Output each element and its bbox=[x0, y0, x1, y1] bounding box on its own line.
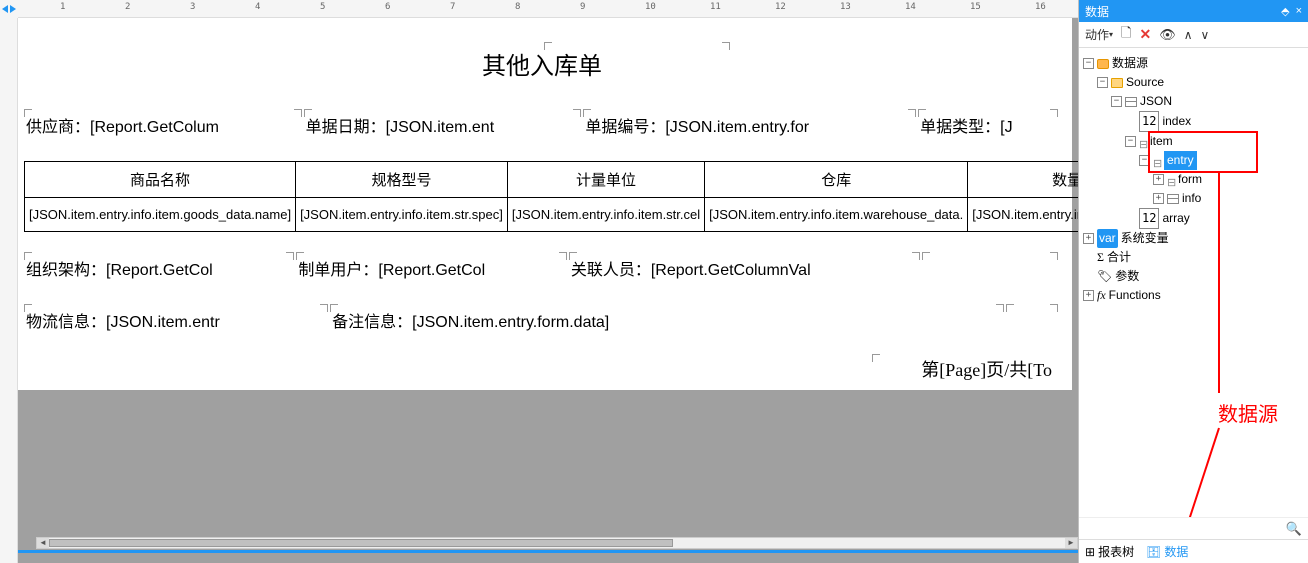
tree-sysvar[interactable]: +var系统变量 bbox=[1083, 229, 1304, 248]
table-header-row: 商品名称 规格型号 计量单位 仓库 数量 bbox=[25, 162, 1079, 198]
field-type[interactable]: 单据类型：[J bbox=[918, 109, 1060, 141]
annotation-label: 数据源 bbox=[1218, 406, 1278, 425]
tree-source[interactable]: −Source bbox=[1083, 73, 1304, 92]
scroll-left-arrow[interactable]: ◄ bbox=[37, 538, 49, 548]
footer-fields-row-2: 物流信息：[JSON.item.entr 备注信息：[JSON.item.ent… bbox=[24, 304, 1060, 336]
field-spacer2 bbox=[1006, 304, 1060, 336]
view-icon[interactable]: 👁 bbox=[1159, 27, 1176, 43]
tree-form[interactable]: +⊟form bbox=[1083, 170, 1304, 189]
td-unit[interactable]: [JSON.item.entry.info.item.str.cel bbox=[507, 198, 704, 232]
bottom-divider bbox=[18, 550, 1078, 553]
header-fields-row: 供应商：[Report.GetColum 单据日期：[JSON.item.ent… bbox=[24, 109, 1060, 141]
th-qty[interactable]: 数量 bbox=[968, 162, 1078, 198]
tab-data[interactable]: 🗄数据 bbox=[1146, 543, 1188, 560]
ruler-horizontal[interactable]: 1 2 3 4 5 6 7 8 9 10 11 12 13 14 15 16 bbox=[0, 0, 1078, 18]
tree-datasource-root[interactable]: −数据源 bbox=[1083, 54, 1304, 73]
actions-dropdown[interactable]: 动作 ▾ bbox=[1085, 26, 1113, 43]
move-up-icon[interactable]: ∧ bbox=[1184, 28, 1193, 42]
th-unit[interactable]: 计量单位 bbox=[507, 162, 704, 198]
ruler-corner bbox=[0, 0, 18, 18]
th-warehouse[interactable]: 仓库 bbox=[705, 162, 968, 198]
tree-functions[interactable]: +fxFunctions bbox=[1083, 286, 1304, 305]
td-warehouse[interactable]: [JSON.item.entry.info.item.warehouse_dat… bbox=[705, 198, 968, 232]
th-spec[interactable]: 规格型号 bbox=[296, 162, 508, 198]
data-tree[interactable]: −数据源 −Source −JSON 12index −⊟item −⊟entr… bbox=[1079, 48, 1308, 517]
tree-index[interactable]: 12index bbox=[1083, 111, 1304, 132]
panel-header: 数据 ⬘ × bbox=[1079, 0, 1308, 22]
table-data-row: [JSON.item.entry.info.item.goods_data.na… bbox=[25, 198, 1079, 232]
field-remark[interactable]: 备注信息：[JSON.item.entry.form.data] bbox=[330, 304, 1005, 336]
report-page[interactable]: 其他入库单 供应商：[Report.GetColum 单据日期：[JSON.it… bbox=[18, 18, 1072, 390]
tree-json[interactable]: −JSON bbox=[1083, 92, 1304, 111]
th-goods[interactable]: 商品名称 bbox=[25, 162, 296, 198]
field-supplier[interactable]: 供应商：[Report.GetColum bbox=[24, 109, 304, 141]
ruler-vertical[interactable] bbox=[0, 18, 18, 563]
data-table[interactable]: 商品名称 规格型号 计量单位 仓库 数量 [JSON.item.entry.in… bbox=[24, 161, 1078, 232]
td-qty[interactable]: [JSON.item.entry.info.item.nums] bbox=[968, 198, 1078, 232]
panel-search-row: 🔍 bbox=[1079, 517, 1308, 539]
canvas-background bbox=[36, 406, 1078, 537]
pin-icon[interactable]: ⬘ bbox=[1281, 5, 1289, 18]
field-org[interactable]: 组织架构：[Report.GetCol bbox=[24, 252, 296, 284]
delete-icon[interactable]: ✕ bbox=[1139, 26, 1151, 43]
field-maker[interactable]: 制单用户：[Report.GetCol bbox=[296, 252, 568, 284]
design-canvas[interactable]: 其他入库单 供应商：[Report.GetColum 单据日期：[JSON.it… bbox=[18, 18, 1078, 563]
horizontal-scrollbar[interactable]: ◄ ► bbox=[36, 537, 1078, 549]
report-title[interactable]: 其他入库单 bbox=[24, 46, 1060, 81]
move-down-icon[interactable]: ∨ bbox=[1201, 28, 1210, 42]
scroll-thumb[interactable] bbox=[49, 539, 673, 547]
tree-params[interactable]: 🏷参数 bbox=[1083, 267, 1304, 286]
footer-fields-row-1: 组织架构：[Report.GetCol 制单用户：[Report.GetCol … bbox=[24, 252, 1060, 284]
field-date[interactable]: 单据日期：[JSON.item.ent bbox=[304, 109, 584, 141]
tree-array[interactable]: 12array bbox=[1083, 208, 1304, 229]
field-spacer bbox=[922, 252, 1060, 284]
tree-info[interactable]: +info bbox=[1083, 189, 1304, 208]
field-logistics[interactable]: 物流信息：[JSON.item.entr bbox=[24, 304, 330, 336]
new-icon[interactable]: 🗋 bbox=[1121, 24, 1131, 46]
field-related[interactable]: 关联人员：[Report.GetColumnVal bbox=[569, 252, 922, 284]
tree-sum[interactable]: Σ合计 bbox=[1083, 248, 1304, 267]
data-panel: 数据 ⬘ × 动作 ▾ 🗋 ✕ 👁 ∧ ∨ −数据源 −Source −JSON… bbox=[1078, 0, 1308, 563]
tree-item[interactable]: −⊟item bbox=[1083, 132, 1304, 151]
panel-tabs: ⊞报表树 🗄数据 bbox=[1079, 539, 1308, 563]
tab-report-tree[interactable]: ⊞报表树 bbox=[1085, 543, 1134, 560]
tree-entry[interactable]: −⊟entry bbox=[1083, 151, 1304, 170]
panel-close-icon[interactable]: × bbox=[1296, 5, 1302, 17]
search-icon[interactable]: 🔍 bbox=[1286, 521, 1302, 537]
scroll-right-arrow[interactable]: ► bbox=[1065, 538, 1077, 548]
field-number[interactable]: 单据编号：[JSON.item.entry.for bbox=[583, 109, 918, 141]
td-spec[interactable]: [JSON.item.entry.info.item.str.spec] bbox=[296, 198, 508, 232]
page-footer[interactable]: 第[Page]页/共[To bbox=[24, 356, 1060, 382]
td-goods[interactable]: [JSON.item.entry.info.item.goods_data.na… bbox=[25, 198, 296, 232]
panel-toolbar: 动作 ▾ 🗋 ✕ 👁 ∧ ∨ bbox=[1079, 22, 1308, 48]
panel-title: 数据 bbox=[1085, 3, 1109, 20]
